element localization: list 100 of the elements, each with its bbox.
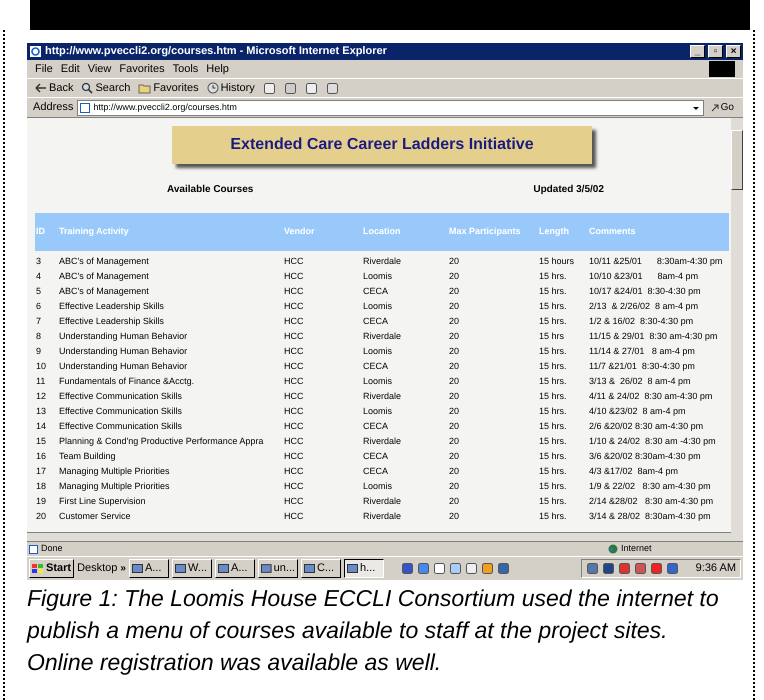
table-cell-text: 20 <box>448 465 460 477</box>
toolbar-button[interactable]: Search <box>81 80 130 96</box>
table-cell-text: HCC <box>283 360 304 372</box>
table-cell-text: 20 <box>448 360 460 372</box>
table-cell-text: Riverdale <box>362 510 402 522</box>
table-cell-text: Managing Multiple Priorities <box>58 480 171 492</box>
tray-icon[interactable] <box>650 562 663 575</box>
column-header: Comments <box>588 225 637 238</box>
tray-icon[interactable] <box>666 562 679 575</box>
table-cell-text: 19 <box>35 495 48 507</box>
table-cell-text: HCC <box>283 435 304 447</box>
table-cell-text: Effective Leadership Skills <box>58 300 165 312</box>
taskbar-button[interactable]: A... <box>214 559 255 578</box>
window-title: http://www.pveccli2.org/courses.htm - Microsoft Internet Explorer <box>45 44 388 60</box>
table-cell-text: 2/13 & 2/26/02 8 am-4 pm <box>588 300 700 312</box>
quick-launch-icon[interactable] <box>464 562 478 575</box>
quick-launch-icon[interactable] <box>416 562 430 575</box>
desktop-toolbar-label[interactable]: Desktop <box>77 560 118 577</box>
tray-icon[interactable] <box>586 562 599 575</box>
taskbar-button[interactable]: W... <box>172 559 212 578</box>
table-cell-text: 15 hrs. <box>538 270 568 282</box>
quick-launch-icon[interactable] <box>496 562 510 575</box>
search-icon <box>81 82 94 94</box>
windows-icon <box>32 564 44 574</box>
toolbar-button[interactable]: Back <box>35 80 74 96</box>
scroll-thumb[interactable] <box>731 130 743 190</box>
globe-icon <box>608 544 618 554</box>
table-cell-text: 9 <box>35 345 42 357</box>
table-cell-text: 15 hrs. <box>538 450 568 462</box>
table-cell-text: 13 <box>35 405 48 417</box>
tray-icon[interactable] <box>634 562 647 575</box>
toolbar-button[interactable]: History <box>206 80 255 96</box>
window-control-button[interactable]: × <box>726 45 741 58</box>
table-cell-text: 12 <box>35 390 48 402</box>
table-cell-text: 20 <box>448 330 460 342</box>
horizontal-scrollbar[interactable] <box>27 532 731 541</box>
table-cell-text: 15 hrs. <box>538 360 568 372</box>
tray-icon[interactable] <box>602 562 615 575</box>
table-cell-text: 10/10 &23/01 8am-4 pm <box>588 270 700 282</box>
table-cell-text: 15 hrs. <box>538 285 568 297</box>
window-control-button[interactable]: ▫ <box>708 45 723 58</box>
table-cell-text: 3/14 & 28/02 8:30am-4:30 pm <box>588 510 712 522</box>
menu-item[interactable]: Favorites <box>119 60 165 78</box>
tray-icon[interactable] <box>618 562 631 575</box>
table-cell-text: 15 hrs. <box>538 495 568 507</box>
taskbar-button[interactable]: h... <box>344 559 384 578</box>
table-cell-text: CECA <box>362 285 390 297</box>
table-cell-text: Understanding Human Behavior <box>58 345 188 357</box>
table-cell-text: 11/14 & 27/01 8 am-4 pm <box>588 345 696 357</box>
menu-item[interactable]: Tools <box>172 60 198 78</box>
table-cell-text: 2/14 &28/02 8:30 am-4:30 pm <box>588 495 714 507</box>
table-cell-text: HCC <box>283 375 304 387</box>
table-cell-text: 15 hrs. <box>538 345 568 357</box>
table-cell-text: HCC <box>283 450 304 462</box>
vertical-scrollbar[interactable] <box>731 118 743 541</box>
menu-item[interactable]: Help <box>206 60 229 78</box>
go-button[interactable]: Go <box>708 100 737 115</box>
app-icon <box>132 563 143 574</box>
table-cell-text: ABC's of Management <box>58 285 150 297</box>
table-cell-text: 20 <box>448 375 460 387</box>
table-cell-text: Effective Communication Skills <box>58 420 183 432</box>
window-control-button[interactable]: _ <box>690 45 705 58</box>
quick-launch-icon[interactable] <box>448 562 462 575</box>
table-cell-text: HCC <box>283 315 304 327</box>
table-cell-text: 15 hrs. <box>538 465 568 477</box>
table-cell-text: HCC <box>283 480 304 492</box>
table-cell-text: 3 <box>35 255 42 267</box>
menu-item[interactable]: File <box>35 60 53 78</box>
table-cell-text: Team Building <box>58 450 117 462</box>
table-cell-text: 3/13 & 26/02 8 am-4 pm <box>588 375 692 387</box>
taskbar-button[interactable]: un... <box>258 559 298 578</box>
menu-item[interactable]: Edit <box>60 60 80 78</box>
table-cell-text: 20 <box>448 510 460 522</box>
table-cell-text: Loomis <box>362 345 394 357</box>
table-cell-text: Customer Service <box>58 510 132 522</box>
address-field[interactable]: http://www.pveccli2.org/courses.htm <box>77 100 704 116</box>
table-cell-text: 20 <box>448 315 460 327</box>
more-chevron[interactable]: » <box>120 561 126 576</box>
app-icon <box>174 563 186 574</box>
menu-item[interactable]: View <box>88 60 112 78</box>
start-button[interactable]: Start <box>29 559 74 578</box>
quick-launch-icon[interactable] <box>400 562 414 575</box>
table-cell-text: Planning & Cond'ng Productive Performance Appra <box>58 435 264 447</box>
table-cell-text: 10 <box>35 360 48 372</box>
table-cell-text: 15 hrs. <box>538 510 568 522</box>
taskbar-button[interactable]: A... <box>128 559 169 578</box>
table-cell-text: 20 <box>448 450 460 462</box>
table-cell-text: 20 <box>448 480 460 492</box>
quick-launch-icon[interactable] <box>480 562 494 575</box>
taskbar-button[interactable]: C... <box>300 559 341 578</box>
table-cell-text: 20 <box>448 435 460 447</box>
app-icon <box>260 563 272 574</box>
table-cell-text: Loomis <box>362 480 394 492</box>
table-cell-text: HCC <box>283 270 304 282</box>
toolbar-button[interactable]: Favorites <box>138 80 199 96</box>
quick-launch-icon[interactable] <box>432 562 446 575</box>
updated-date: Updated 3/5/02 <box>533 183 604 197</box>
table-cell-text: Understanding Human Behavior <box>58 330 188 342</box>
table-cell-text: 20 <box>35 510 48 522</box>
table-cell-text: 10/17 &24/01 8:30-4:30 pm <box>588 285 702 297</box>
